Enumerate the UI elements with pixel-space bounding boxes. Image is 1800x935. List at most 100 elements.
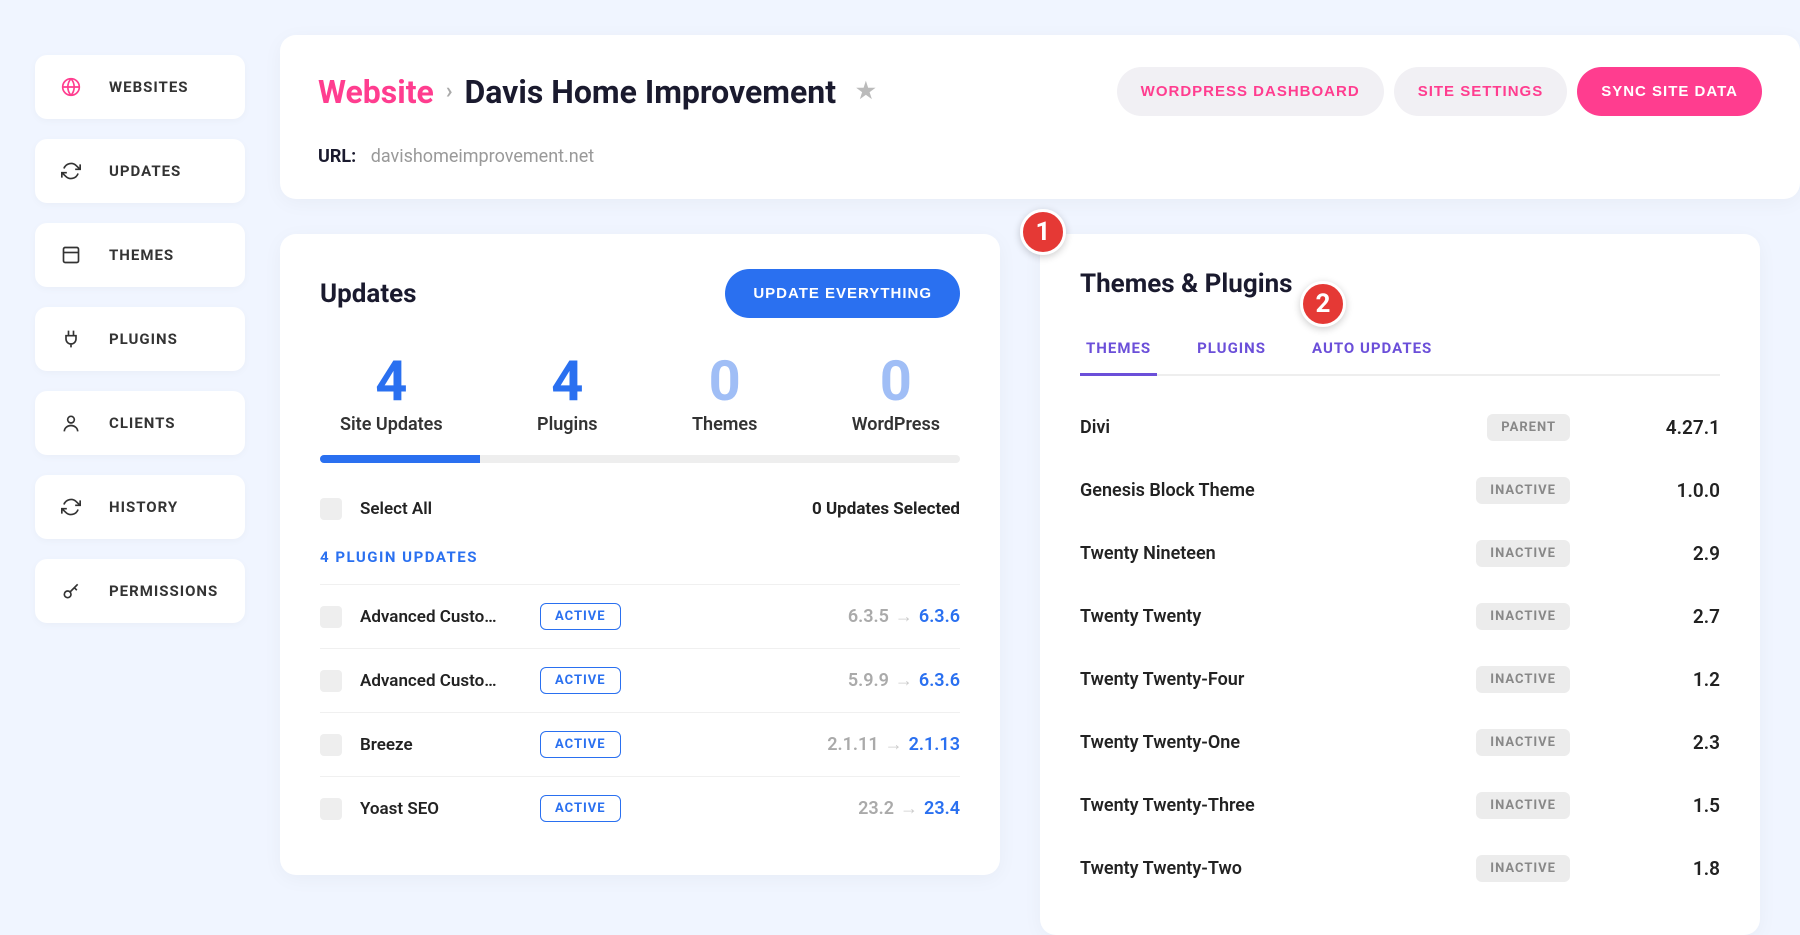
breadcrumb: Website › Davis Home Improvement ★ — [318, 73, 876, 111]
globe-icon — [61, 77, 81, 97]
theme-version: 4.27.1 — [1660, 416, 1720, 439]
selected-count: 0 Updates Selected — [812, 499, 960, 519]
stat-themes: 0 Themes — [692, 348, 757, 435]
themes-plugins-title: Themes & Plugins — [1080, 269, 1720, 299]
sync-site-data-button[interactable]: SYNC SITE DATA — [1577, 67, 1762, 116]
theme-row[interactable]: Divi PARENT 4.27.1 — [1080, 396, 1720, 459]
theme-version: 2.7 — [1660, 605, 1720, 628]
stat-num: 0 — [852, 348, 940, 414]
status-badge: ACTIVE — [540, 603, 621, 630]
theme-badge: PARENT — [1487, 414, 1570, 441]
themes-plugins-card: 1 2 Themes & Plugins THEMES PLUGINS AUTO… — [1040, 234, 1760, 935]
sidebar-item-updates[interactable]: UPDATES — [35, 139, 245, 203]
breadcrumb-root[interactable]: Website — [318, 73, 434, 111]
theme-row[interactable]: Twenty Nineteen INACTIVE 2.9 — [1080, 522, 1720, 585]
sidebar-item-permissions[interactable]: PERMISSIONS — [35, 559, 245, 623]
theme-badge: INACTIVE — [1476, 729, 1570, 756]
update-name: Breeze — [360, 735, 500, 755]
select-all-label: Select All — [360, 499, 432, 519]
key-icon — [61, 581, 81, 601]
theme-badge: INACTIVE — [1476, 792, 1570, 819]
theme-badge: INACTIVE — [1476, 477, 1570, 504]
sidebar-item-history[interactable]: HISTORY — [35, 475, 245, 539]
theme-name: Twenty Twenty-Three — [1080, 795, 1255, 816]
sidebar-item-label: WEBSITES — [109, 78, 189, 96]
updates-card: Updates UPDATE EVERYTHING 4 Site Updates… — [280, 234, 1000, 875]
sidebar-item-websites[interactable]: WEBSITES — [35, 55, 245, 119]
update-name: Yoast SEO — [360, 799, 500, 819]
breadcrumb-current: Davis Home Improvement — [464, 73, 836, 111]
stat-label: Site Updates — [340, 414, 443, 435]
update-row: Advanced Custo… ACTIVE 5.9.9→6.3.6 — [320, 648, 960, 712]
refresh-icon — [61, 161, 81, 181]
progress-bar — [320, 455, 960, 463]
theme-name: Twenty Nineteen — [1080, 543, 1216, 564]
sidebar-item-plugins[interactable]: PLUGINS — [35, 307, 245, 371]
tab-themes[interactable]: THEMES — [1080, 329, 1157, 376]
sidebar-item-label: HISTORY — [109, 498, 178, 516]
url-value: davishomeimprovement.net — [371, 146, 594, 167]
theme-badge: INACTIVE — [1476, 666, 1570, 693]
theme-name: Twenty Twenty-Two — [1080, 858, 1242, 879]
version-cell: 2.1.11→2.1.13 — [827, 734, 960, 755]
theme-badge: INACTIVE — [1476, 540, 1570, 567]
stat-plugins: 4 Plugins — [537, 348, 598, 435]
sidebar-item-label: PLUGINS — [109, 330, 178, 348]
sidebar-item-clients[interactable]: CLIENTS — [35, 391, 245, 455]
site-settings-button[interactable]: SITE SETTINGS — [1394, 67, 1568, 116]
theme-name: Twenty Twenty — [1080, 606, 1201, 627]
url-label: URL: — [318, 146, 356, 167]
header-card: Website › Davis Home Improvement ★ WORDP… — [280, 35, 1800, 199]
callout-badge-1: 1 — [1020, 209, 1066, 255]
update-everything-button[interactable]: UPDATE EVERYTHING — [725, 269, 960, 318]
version-cell: 23.2→23.4 — [858, 798, 960, 819]
update-checkbox[interactable] — [320, 670, 342, 692]
plug-icon — [61, 329, 81, 349]
stat-label: Themes — [692, 414, 757, 435]
theme-version: 1.5 — [1660, 794, 1720, 817]
theme-row[interactable]: Twenty Twenty-One INACTIVE 2.3 — [1080, 711, 1720, 774]
theme-version: 1.8 — [1660, 857, 1720, 880]
update-checkbox[interactable] — [320, 606, 342, 628]
sidebar-item-label: CLIENTS — [109, 414, 176, 432]
theme-version: 2.3 — [1660, 731, 1720, 754]
theme-row[interactable]: Twenty Twenty-Four INACTIVE 1.2 — [1080, 648, 1720, 711]
theme-row[interactable]: Twenty Twenty-Two INACTIVE 1.8 — [1080, 837, 1720, 900]
update-checkbox[interactable] — [320, 734, 342, 756]
theme-name: Twenty Twenty-Four — [1080, 669, 1244, 690]
version-cell: 5.9.9→6.3.6 — [848, 670, 960, 691]
updates-title: Updates — [320, 279, 417, 309]
chevron-right-icon: › — [446, 79, 453, 104]
theme-row[interactable]: Twenty Twenty INACTIVE 2.7 — [1080, 585, 1720, 648]
update-row: Yoast SEO ACTIVE 23.2→23.4 — [320, 776, 960, 840]
status-badge: ACTIVE — [540, 795, 621, 822]
theme-name: Divi — [1080, 417, 1110, 438]
stat-wordpress: 0 WordPress — [852, 348, 940, 435]
update-name: Advanced Custo… — [360, 607, 500, 627]
user-icon — [61, 413, 81, 433]
wordpress-dashboard-button[interactable]: WORDPRESS DASHBOARD — [1117, 67, 1384, 116]
theme-version: 1.0.0 — [1660, 479, 1720, 502]
version-cell: 6.3.5→6.3.6 — [848, 606, 960, 627]
tab-plugins[interactable]: PLUGINS — [1191, 329, 1272, 374]
stat-num: 4 — [537, 348, 598, 414]
stat-label: Plugins — [537, 414, 598, 435]
theme-version: 1.2 — [1660, 668, 1720, 691]
history-icon — [61, 497, 81, 517]
update-row: Breeze ACTIVE 2.1.11→2.1.13 — [320, 712, 960, 776]
theme-row[interactable]: Twenty Twenty-Three INACTIVE 1.5 — [1080, 774, 1720, 837]
update-row: Advanced Custo… ACTIVE 6.3.5→6.3.6 — [320, 584, 960, 648]
sidebar-item-themes[interactable]: THEMES — [35, 223, 245, 287]
sidebar-item-label: UPDATES — [109, 162, 181, 180]
theme-badge: INACTIVE — [1476, 603, 1570, 630]
star-icon[interactable]: ★ — [856, 79, 876, 104]
status-badge: ACTIVE — [540, 731, 621, 758]
stat-num: 0 — [692, 348, 757, 414]
update-checkbox[interactable] — [320, 798, 342, 820]
select-all-checkbox[interactable] — [320, 498, 342, 520]
update-name: Advanced Custo… — [360, 671, 500, 691]
theme-badge: INACTIVE — [1476, 855, 1570, 882]
theme-row[interactable]: Genesis Block Theme INACTIVE 1.0.0 — [1080, 459, 1720, 522]
tab-auto-updates[interactable]: AUTO UPDATES — [1306, 329, 1438, 374]
status-badge: ACTIVE — [540, 667, 621, 694]
